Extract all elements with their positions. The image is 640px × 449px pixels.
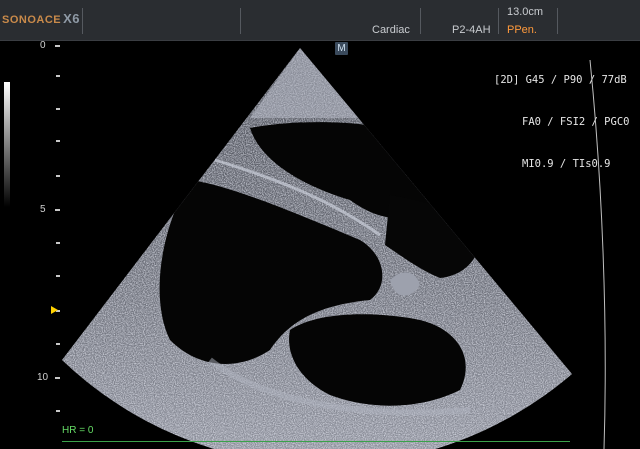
depth-tick	[56, 242, 60, 244]
depth-label-10: 10	[37, 372, 49, 383]
heart-rate-readout: HR = 0	[62, 425, 94, 436]
depth-tick	[56, 75, 60, 77]
grayscale-bar-icon	[4, 82, 10, 207]
focus-marker-icon[interactable]	[51, 306, 58, 314]
sector-edge-arc	[589, 60, 606, 449]
depth-tick	[56, 108, 60, 110]
orientation-marker: M	[335, 42, 348, 55]
depth-tick	[56, 175, 60, 177]
depth-tick	[56, 275, 60, 277]
depth-tick	[56, 410, 60, 412]
ecg-trace-line	[62, 441, 570, 442]
depth-tick	[55, 45, 60, 47]
depth-tick	[55, 377, 60, 379]
depth-tick	[56, 343, 60, 345]
depth-label-5: 5	[40, 204, 46, 215]
depth-tick	[56, 140, 60, 142]
depth-tick	[55, 209, 60, 211]
depth-label-0: 0	[40, 40, 46, 51]
